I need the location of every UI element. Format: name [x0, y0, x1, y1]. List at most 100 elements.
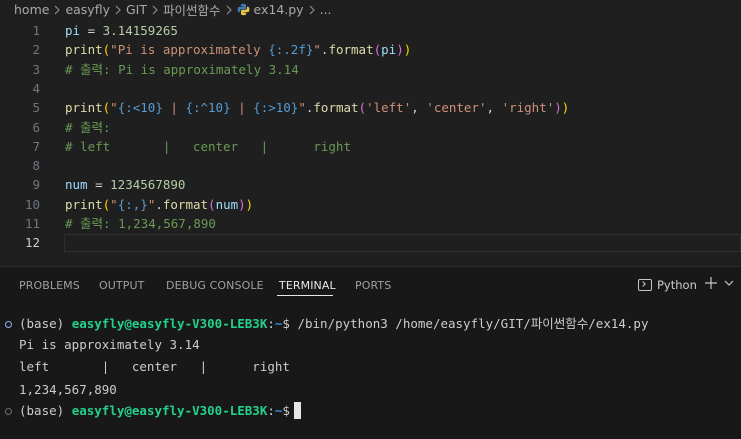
current-line-highlight [64, 234, 741, 253]
code-token: ) [396, 42, 404, 58]
code-token: " [298, 100, 306, 116]
code-line[interactable]: 5 print("{:<10} | {:^10} | {:>10}".format… [0, 98, 741, 117]
tab-problems[interactable]: PROBLEMS [19, 279, 80, 292]
terminal-output-line: left | center | right [19, 359, 290, 374]
terminal-profile-select[interactable]: Python [638, 278, 697, 292]
line-number[interactable]: 10 [0, 195, 40, 214]
chevron-right-icon [151, 5, 159, 15]
code-text: num = 1234567890 [65, 175, 185, 194]
tab-ports[interactable]: PORTS [355, 279, 391, 292]
line-number[interactable]: 12 [0, 233, 40, 252]
code-token: ( [373, 42, 382, 58]
code-token: 1234567890 [110, 177, 186, 193]
code-token: " [313, 42, 321, 58]
terminal-dropdown-button[interactable] [722, 275, 736, 291]
code-text: print("Pi is approximately {:.2f}".forma… [65, 40, 411, 59]
code-line[interactable]: 11 # 출력: 1,234,567,890 [0, 214, 741, 233]
bottom-panel: PROBLEMS OUTPUT DEBUG CONSOLE TERMINAL P… [0, 266, 741, 439]
code-line[interactable]: 2 print("Pi is approximately {:.2f}".form… [0, 40, 741, 59]
tab-terminal[interactable]: TERMINAL [279, 279, 336, 292]
code-token: ( [358, 100, 367, 116]
line-number[interactable]: 9 [0, 175, 40, 194]
chevron-right-icon [225, 5, 233, 15]
code-token: , [486, 100, 502, 116]
code-line[interactable]: 6 # 출력: [0, 118, 741, 137]
tab-debug-console[interactable]: DEBUG CONSOLE [166, 279, 264, 292]
line-number[interactable]: 5 [0, 98, 40, 117]
terminal-cursor [293, 402, 301, 419]
code-token: | [162, 100, 186, 116]
line-number[interactable]: 2 [0, 40, 40, 59]
line-number[interactable]: 4 [0, 79, 40, 98]
code-text: pi = 3.14159265 [65, 21, 178, 40]
code-token: pi [381, 42, 397, 58]
code-token: 'left' [366, 100, 412, 116]
new-terminal-button[interactable] [704, 275, 718, 291]
terminal-output-line: 1,234,567,890 [19, 382, 117, 397]
code-editor[interactable]: 1 pi = 3.14159265 2 print ( "Pi is approximat… [0, 19, 741, 266]
terminal-output[interactable]: (base) easyfly@easyfly-V300-LEB3K:~$ /bi… [0, 304, 741, 439]
code-token: # 출력: Pi is approximately 3.14 [65, 61, 299, 77]
python-file-icon [237, 3, 250, 16]
plus-icon [705, 277, 717, 289]
code-text: # 출력: [65, 118, 111, 137]
code-token: {:<10} [117, 100, 163, 116]
code-text: print("{:,}".format(num)) [65, 195, 253, 214]
panel-tabs: PROBLEMS OUTPUT DEBUG CONSOLE TERMINAL P… [0, 267, 741, 304]
chevron-right-icon [114, 5, 122, 15]
breadcrumb-item-folder[interactable]: 파이썬함수 [163, 0, 221, 19]
code-token: "Pi is approximately [110, 42, 269, 58]
code-token: ) [238, 196, 246, 212]
code-token: print [65, 42, 103, 58]
line-number[interactable]: 7 [0, 137, 40, 156]
code-token: pi [65, 23, 81, 38]
code-token: ) [561, 100, 570, 116]
line-number[interactable]: 6 [0, 118, 40, 137]
code-token: " [110, 100, 118, 116]
code-token: num [215, 196, 239, 212]
code-line[interactable]: 10 print("{:,}".format(num)) [0, 195, 741, 214]
code-line[interactable]: 4 [0, 79, 741, 98]
tab-output[interactable]: OUTPUT [99, 279, 144, 292]
chevron-right-icon [308, 5, 316, 15]
breadcrumb-item-easyfly[interactable]: easyfly [65, 2, 110, 17]
breadcrumb-item-file[interactable]: ex14.py [254, 2, 304, 17]
code-token: ) [554, 100, 562, 116]
code-line[interactable]: 3 # 출력: Pi is approximately 3.14 [0, 60, 741, 79]
code-token: # left | center | right [65, 138, 351, 154]
terminal-command-line: (base) easyfly@easyfly-V300-LEB3K:~$ /bi… [19, 316, 649, 331]
line-number[interactable]: 8 [0, 156, 40, 175]
terminal-prompt-line: (base) easyfly@easyfly-V300-LEB3K:~$ [19, 401, 301, 421]
code-token: print [65, 196, 103, 212]
breadcrumb-item-git[interactable]: GIT [126, 2, 147, 17]
code-line[interactable]: 8 [0, 156, 741, 175]
line-number[interactable]: 11 [0, 214, 40, 233]
breadcrumb-item-home[interactable]: home [14, 2, 49, 17]
code-token: format [162, 196, 209, 212]
code-token: 3.14159265 [102, 23, 178, 38]
code-token: print [65, 100, 103, 116]
code-line[interactable]: 1 pi = 3.14159265 [0, 21, 741, 40]
code-line[interactable]: 7 # left | center | right [0, 137, 741, 156]
code-token: {:^10} [185, 100, 231, 116]
breadcrumb-item-more[interactable]: ... [320, 2, 332, 17]
code-token: {:.2f} [268, 42, 314, 58]
code-token: 'right' [501, 100, 555, 116]
code-text: # 출력: Pi is approximately 3.14 [65, 60, 299, 79]
code-token: . [155, 196, 163, 212]
line-number[interactable]: 1 [0, 21, 40, 40]
code-line[interactable]: 12 [0, 233, 741, 253]
command-idle-decoration[interactable] [5, 408, 12, 415]
code-token: {:,} [117, 196, 148, 212]
code-token: {:>10} [253, 100, 299, 116]
line-number[interactable]: 3 [0, 60, 40, 79]
code-text: print("{:<10} | {:^10} | {:>10}".format(… [65, 98, 569, 117]
code-token: num [65, 177, 88, 193]
code-token: , [411, 100, 427, 116]
code-text: # left | center | right [65, 137, 351, 156]
code-token: | [230, 100, 254, 116]
code-token: ) [245, 196, 254, 212]
command-success-decoration[interactable] [5, 321, 12, 328]
breadcrumb: home easyfly GIT 파이썬함수 ex14.py ... [0, 0, 741, 19]
code-line[interactable]: 9 num = 1234567890 [0, 175, 741, 194]
